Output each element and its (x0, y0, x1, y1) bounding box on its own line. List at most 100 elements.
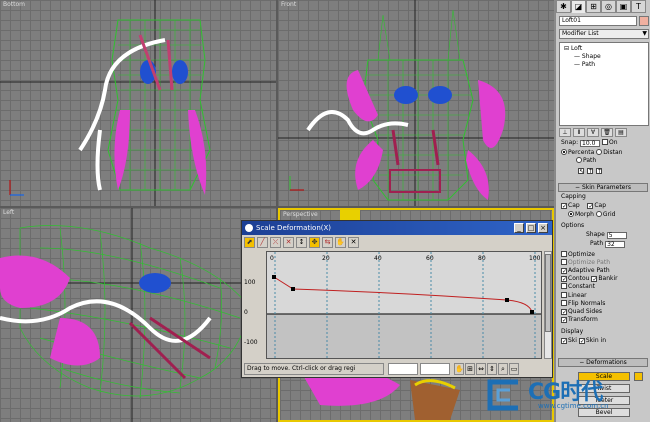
configure-sets-icon[interactable]: ▤ (615, 128, 627, 137)
view-controls: ✋ ⊞ ⇔ ⇕ ⌕ ▭ (454, 363, 519, 375)
y-tick-minus-100: -100 (244, 339, 258, 346)
shape-steps-spinner[interactable]: 5 (606, 232, 627, 239)
contour-row: ✓Contou ✓Bankir (561, 275, 618, 283)
pan-view-icon[interactable]: ✋ (454, 363, 464, 375)
grid-radio[interactable] (595, 211, 602, 217)
display-icon[interactable]: ▣ (616, 0, 631, 13)
chevron-down-icon: ▼ (642, 30, 647, 37)
viewport-left-scene (0, 208, 276, 422)
dialog-titlebar[interactable]: Scale Deformation(X) _ □ × (242, 221, 552, 235)
zoom-horizontal-icon[interactable]: ⇔ (476, 363, 486, 375)
insert-corner-point-icon[interactable]: ⇆ (322, 237, 333, 248)
position-y-field[interactable] (420, 363, 450, 375)
optimize-path-checkbox[interactable] (561, 259, 567, 265)
pick-shape-icon[interactable]: ↖ (578, 168, 584, 175)
capping-label: Capping (561, 193, 586, 200)
snap-row: Snap: 10.0 On (561, 139, 618, 147)
lightbulb-icon[interactable] (634, 372, 643, 381)
snap-spinner[interactable]: 10.0 (580, 140, 601, 147)
viewport-front[interactable]: Front (278, 0, 554, 206)
path-steps-radio[interactable] (576, 157, 582, 163)
delete-control-point-icon[interactable]: ✕ (348, 237, 359, 248)
display-xy-axes-icon[interactable]: ⤫ (270, 237, 281, 248)
optimize-shapes-checkbox[interactable] (561, 251, 567, 257)
swap-curves-icon[interactable]: ✕ (283, 237, 294, 248)
vertical-scrollbar[interactable] (544, 251, 552, 359)
create-icon[interactable]: ✱ (556, 0, 571, 13)
transform-checkbox[interactable]: ✓ (561, 317, 567, 324)
modifier-stack: ⊟ Loft — Shape — Path (559, 42, 649, 126)
zoom-vertical-icon[interactable]: ⇕ (487, 363, 497, 375)
position-x-field[interactable] (388, 363, 418, 375)
percentage-radio[interactable] (561, 149, 567, 155)
viewport-bottom[interactable]: Bottom (0, 0, 276, 206)
linear-checkbox[interactable] (561, 292, 567, 298)
constant-row: Constant (561, 283, 595, 291)
flip-normals-checkbox[interactable] (561, 300, 567, 306)
path-nav-buttons: ↖ ↑ ↑ (578, 167, 603, 175)
pin-stack-icon[interactable]: ⊥ (559, 128, 571, 137)
cap-end-checkbox[interactable]: ✓ (587, 203, 593, 210)
max-workspace: Bottom Front Left Perspective ✱ ◪ ⊞ ◎ ▣ … (0, 0, 650, 422)
show-end-result-icon[interactable]: Ⅱ (573, 128, 585, 137)
viewport-divider (0, 206, 554, 208)
stack-item-shape[interactable]: — Shape (574, 53, 601, 61)
command-panel-tabs: ✱ ◪ ⊞ ◎ ▣ T (556, 0, 650, 13)
move-control-point-icon[interactable]: ↕ (296, 237, 307, 248)
viewport-left[interactable]: Left (0, 208, 276, 422)
maximize-icon[interactable]: □ (526, 223, 536, 233)
zoom-icon[interactable]: ⌕ (498, 363, 508, 375)
object-name-field[interactable]: Loft01 (559, 16, 637, 26)
display-label: Display (561, 328, 584, 335)
minimize-icon[interactable]: _ (514, 223, 524, 233)
x-tick-label: 0 (270, 255, 274, 262)
shape-steps-row: Shape 5 (586, 231, 627, 239)
snap-on-checkbox[interactable] (601, 139, 608, 145)
constant-checkbox[interactable] (561, 283, 567, 289)
zoom-region-icon[interactable]: ▭ (509, 363, 519, 375)
deformations-rollout[interactable]: − Deformations (558, 358, 648, 367)
status-bar: Drag to move. Ctrl-click or drag regi (244, 363, 384, 375)
y-tick-0: 0 (244, 309, 248, 316)
prev-shape-icon[interactable]: ↑ (586, 168, 593, 175)
scale-deformation-dialog: Scale Deformation(X) _ □ × ⬈ ╱ ⤫ ✕ ↕ ✥ ⇆… (241, 220, 553, 378)
display-row: ✓Ski ✓Skin in (561, 337, 607, 345)
skin-checkbox[interactable]: ✓ (561, 338, 567, 345)
motion-icon[interactable]: ◎ (601, 0, 616, 13)
modify-icon[interactable]: ◪ (571, 0, 586, 13)
x-tick-label: 100 (529, 255, 541, 262)
banking-checkbox[interactable]: ✓ (591, 276, 597, 283)
cap-start-checkbox[interactable]: ✓ (561, 203, 567, 210)
options-label: Options (561, 222, 585, 229)
pan-icon[interactable]: ✋ (335, 237, 346, 248)
app-icon (245, 224, 253, 232)
distance-radio[interactable] (596, 149, 603, 155)
hierarchy-icon[interactable]: ⊞ (586, 0, 601, 13)
object-color-swatch[interactable] (639, 16, 649, 26)
utilities-icon[interactable]: T (631, 0, 646, 13)
adaptive-path-checkbox[interactable]: ✓ (561, 268, 567, 275)
path-steps-spinner[interactable]: 32 (605, 241, 626, 248)
stack-item-loft[interactable]: ⊟ Loft (564, 45, 582, 53)
skin-parameters-rollout[interactable]: − Skin Parameters (558, 183, 648, 192)
contour-checkbox[interactable]: ✓ (561, 276, 567, 283)
move-icon[interactable]: ✥ (309, 237, 320, 248)
modifier-list-dropdown[interactable]: Modifier List ▼ (559, 29, 649, 39)
scrollbar-thumb[interactable] (545, 254, 551, 332)
control-point (505, 298, 509, 302)
next-shape-icon[interactable]: ↑ (595, 168, 602, 175)
make-unique-icon[interactable]: ∀ (587, 128, 599, 137)
optimize-row: Optimize (561, 251, 595, 259)
remove-modifier-icon[interactable]: 🗑 (601, 128, 613, 137)
deformation-curve-svg: 0 20 40 60 80 100 (267, 252, 541, 358)
zoom-extents-icon[interactable]: ⊞ (465, 363, 475, 375)
quad-sides-checkbox[interactable]: ✓ (561, 309, 567, 316)
skin-in-shaded-checkbox[interactable]: ✓ (578, 338, 585, 345)
make-symmetrical-icon[interactable]: ⬈ (244, 237, 255, 248)
morph-radio[interactable] (568, 211, 574, 217)
path-steps-row: Path (576, 157, 596, 165)
deformation-graph[interactable]: 0 20 40 60 80 100 (266, 251, 542, 359)
close-icon[interactable]: × (538, 223, 548, 233)
display-x-axis-icon[interactable]: ╱ (257, 237, 268, 248)
stack-item-path[interactable]: — Path (574, 61, 595, 69)
